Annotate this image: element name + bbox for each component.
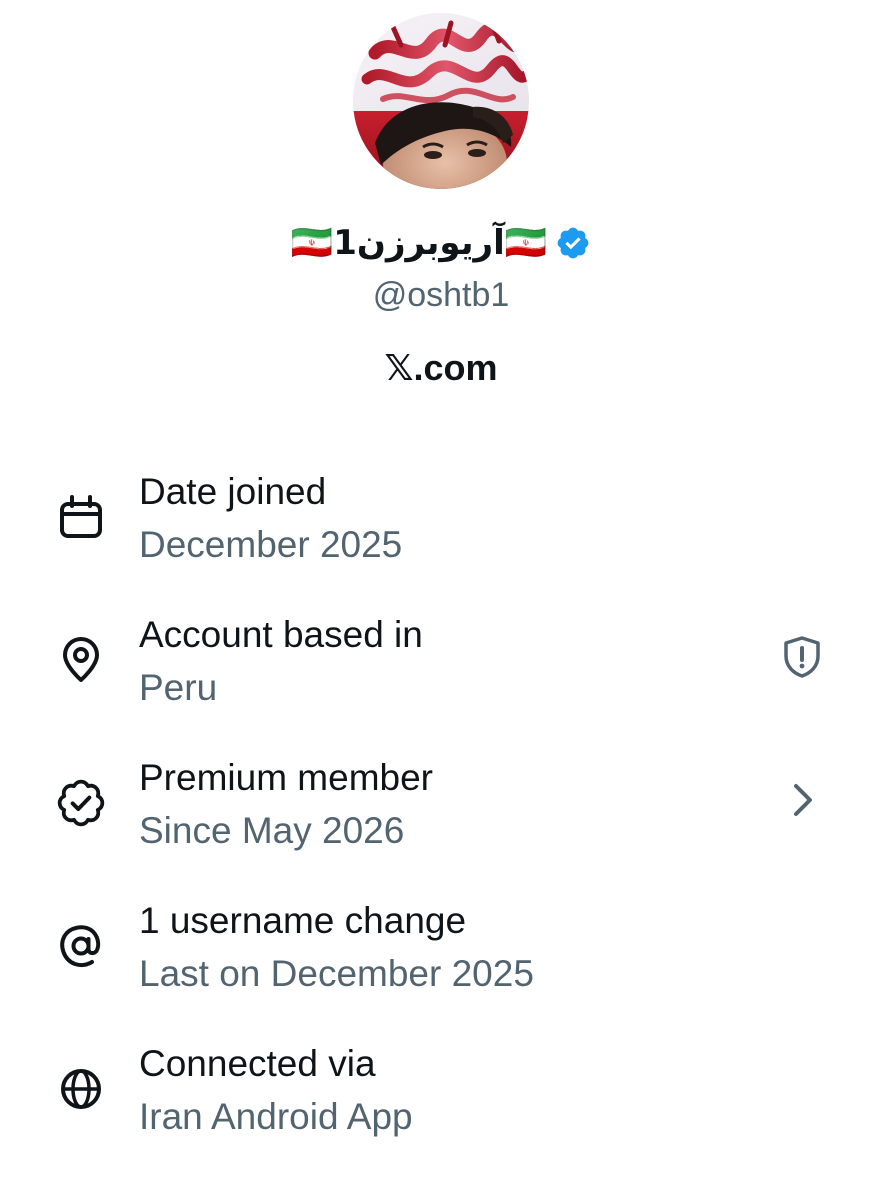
account-based-in-title: Account based in <box>139 614 423 655</box>
connected-via-title: Connected via <box>139 1043 376 1084</box>
verified-badge-outline-icon <box>56 778 106 828</box>
date-joined-value: December 2025 <box>139 524 403 565</box>
globe-icon <box>56 1064 106 1114</box>
premium-member-value: Since May 2026 <box>139 810 405 851</box>
premium-member-title: Premium member <box>139 757 433 798</box>
avatar-image <box>353 13 529 189</box>
connected-via-value: Iran Android App <box>139 1096 413 1137</box>
calendar-icon <box>56 492 106 542</box>
date-joined-row: Date joined December 2025 <box>0 460 882 603</box>
connected-via-row: Connected via Iran Android App <box>0 1032 882 1175</box>
profile-avatar[interactable] <box>353 13 529 189</box>
display-name-row: 🇮🇷آريوبرزن1🇮🇷 <box>0 220 882 266</box>
display-name: 🇮🇷آريوبرزن1🇮🇷 <box>290 223 548 263</box>
chevron-right-icon[interactable] <box>778 776 826 824</box>
profile-handle: @oshtb1 <box>372 276 510 314</box>
username-change-value: Last on December 2025 <box>139 953 534 994</box>
account-based-in-value: Peru <box>139 667 218 708</box>
account-based-in-row: Account based in Peru <box>0 603 882 746</box>
site-label: 𝕏.com <box>384 347 498 388</box>
shield-alert-icon[interactable] <box>778 633 826 681</box>
at-sign-icon <box>56 921 106 971</box>
profile-header: 🇮🇷آريوبرزن1🇮🇷 @oshtb1 𝕏.com <box>0 0 882 400</box>
username-change-title: 1 username change <box>139 900 467 941</box>
about-account-list: Date joined December 2025 Account based … <box>0 460 882 1175</box>
verified-badge-icon[interactable] <box>555 225 591 261</box>
location-pin-icon <box>56 635 106 685</box>
username-change-row: 1 username change Last on December 2025 <box>0 889 882 1032</box>
premium-member-row[interactable]: Premium member Since May 2026 <box>0 746 882 889</box>
date-joined-title: Date joined <box>139 471 327 512</box>
